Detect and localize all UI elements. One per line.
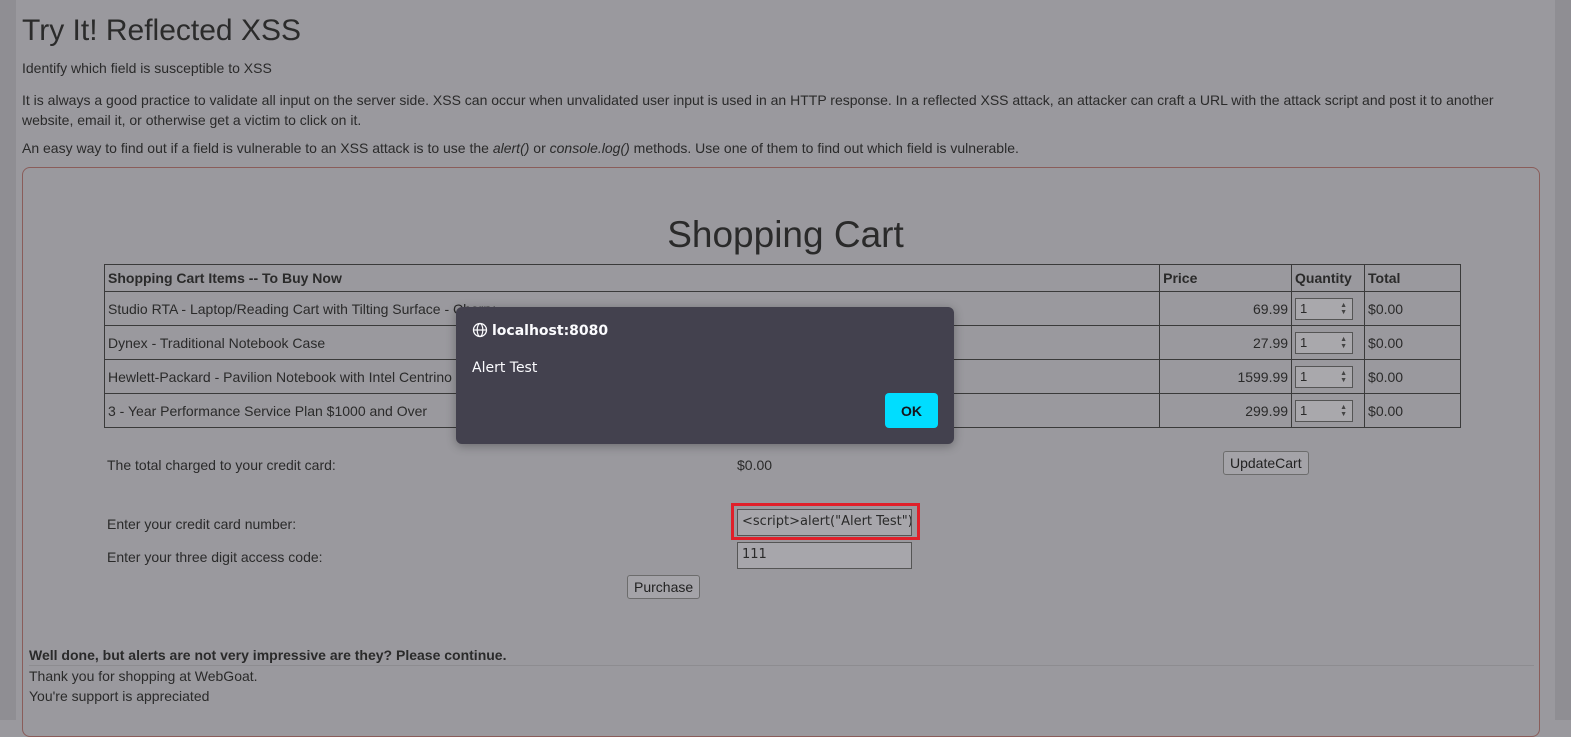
cart-header-row: Shopping Cart Items -- To Buy Now Price …	[103, 264, 1461, 292]
dialog-origin-text: localhost:8080	[492, 323, 609, 339]
total-value: $0.00	[737, 457, 773, 473]
hint-console-log: console.log()	[549, 140, 630, 156]
page-title: Try It! Reflected XSS	[22, 14, 301, 47]
item-qty-cell: 1 ▲ ▼	[1291, 325, 1366, 360]
update-cart-button[interactable]: UpdateCart	[1223, 451, 1309, 475]
item-total: $0.00	[1364, 291, 1461, 326]
access-code-field[interactable]: 111	[737, 542, 912, 569]
hint-text-pre: An easy way to find out if a field is vu…	[22, 140, 493, 156]
globe-icon	[472, 322, 488, 338]
alert-dialog: localhost:8080 Alert Test OK	[456, 307, 954, 444]
dialog-origin: localhost:8080	[472, 322, 608, 339]
spinner-icon[interactable]: ▲ ▼	[1338, 302, 1349, 316]
purchase-button[interactable]: Purchase	[627, 575, 701, 599]
hint-text-mid: or	[529, 140, 550, 156]
item-total: $0.00	[1364, 359, 1461, 394]
feedback-line: You're support is appreciated	[29, 688, 210, 704]
header-quantity: Quantity	[1291, 264, 1366, 292]
highlight-annotation	[731, 503, 920, 540]
credit-card-label: Enter your credit card number:	[107, 516, 297, 532]
item-total: $0.00	[1364, 325, 1461, 360]
hint-text-post: methods. Use one of them to find out whi…	[629, 140, 1019, 156]
lesson-paragraph: It is always a good practice to validate…	[22, 92, 1494, 128]
dialog-message: Alert Test	[472, 360, 538, 376]
item-price: 299.99	[1159, 393, 1293, 428]
item-price: 69.99	[1159, 291, 1293, 326]
feedback-line: Thank you for shopping at WebGoat.	[29, 668, 258, 684]
header-price: Price	[1159, 264, 1293, 292]
hint-alert: alert()	[492, 140, 530, 156]
page-left-margin	[0, 0, 16, 720]
quantity-stepper[interactable]: 1 ▲ ▼	[1295, 297, 1354, 320]
quantity-value: 1	[1300, 402, 1308, 418]
item-qty-cell: 1 ▲ ▼	[1291, 359, 1366, 394]
quantity-stepper[interactable]: 1 ▲ ▼	[1295, 331, 1354, 354]
spinner-icon[interactable]: ▲ ▼	[1338, 336, 1349, 350]
header-total: Total	[1364, 264, 1461, 292]
quantity-stepper[interactable]: 1 ▲ ▼	[1295, 399, 1354, 422]
quantity-value: 1	[1300, 300, 1308, 316]
lesson-hint: An easy way to find out if a field is vu…	[22, 140, 1019, 156]
item-qty-cell: 1 ▲ ▼	[1291, 291, 1366, 326]
ok-button[interactable]: OK	[885, 393, 938, 428]
feedback-divider	[29, 665, 1534, 666]
spinner-icon[interactable]: ▲ ▼	[1338, 404, 1349, 418]
page-right-margin	[1555, 0, 1571, 720]
item-total: $0.00	[1364, 393, 1461, 428]
access-code-label: Enter your three digit access code:	[107, 549, 323, 565]
feedback-message: Well done, but alerts are not very impre…	[29, 647, 507, 663]
item-price: 27.99	[1159, 325, 1293, 360]
total-label: The total charged to your credit card:	[107, 457, 336, 473]
lesson-subtitle: Identify which field is susceptible to X…	[22, 60, 272, 76]
quantity-value: 1	[1300, 334, 1308, 350]
spinner-icon[interactable]: ▲ ▼	[1338, 370, 1349, 384]
cart-title: Shopping Cart	[667, 214, 904, 255]
header-items: Shopping Cart Items -- To Buy Now	[103, 264, 1161, 292]
item-price: 1599.99	[1159, 359, 1293, 394]
item-qty-cell: 1 ▲ ▼	[1291, 393, 1366, 428]
quantity-stepper[interactable]: 1 ▲ ▼	[1295, 365, 1354, 388]
quantity-value: 1	[1300, 368, 1308, 384]
